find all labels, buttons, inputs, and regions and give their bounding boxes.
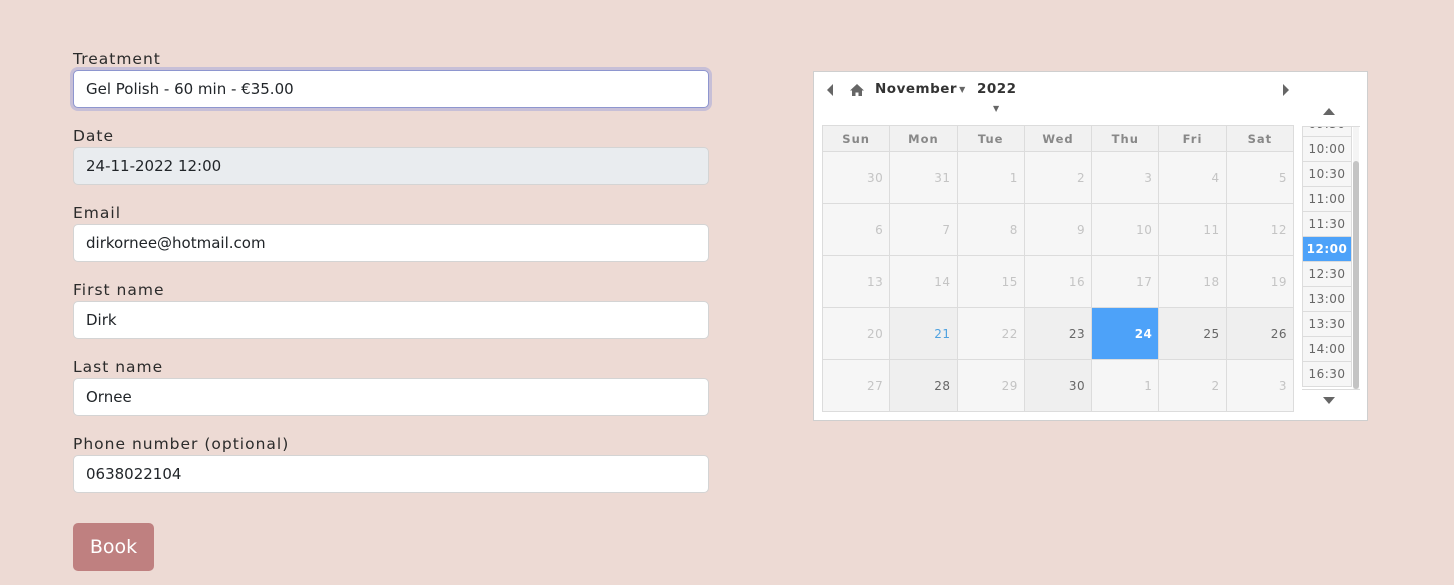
day-cell[interactable]: 1 <box>1091 359 1160 412</box>
weekday-header: Mon <box>889 125 958 152</box>
date-field[interactable]: 24-11-2022 12:00 <box>73 147 709 185</box>
time-up-icon[interactable] <box>1322 106 1336 116</box>
day-cell[interactable]: 8 <box>956 203 1025 256</box>
day-cell[interactable]: 2 <box>1158 359 1227 412</box>
treatment-select[interactable]: Gel Polish - 60 min - €35.00 <box>73 70 709 108</box>
time-scrollbar[interactable] <box>1353 127 1359 389</box>
time-item[interactable]: 13:30 <box>1302 312 1352 337</box>
time-item[interactable]: 13:00 <box>1302 287 1352 312</box>
time-item[interactable]: 14:00 <box>1302 337 1352 362</box>
day-cell-selected[interactable]: 24 <box>1091 307 1160 360</box>
time-scrollbar-thumb[interactable] <box>1353 161 1359 389</box>
day-cell[interactable]: 4 <box>1158 151 1227 204</box>
day-cell[interactable]: 17 <box>1091 255 1160 308</box>
email-label: Email <box>73 204 122 222</box>
datetime-picker: November ▼ 2022 ▼ Sun Mon Tue Wed Thu Fri… <box>813 71 1368 421</box>
day-cell[interactable]: 22 <box>956 307 1025 360</box>
day-cell[interactable]: 12 <box>1225 203 1295 256</box>
weekday-header: Sun <box>821 125 891 152</box>
day-cell[interactable]: 20 <box>821 307 891 360</box>
book-button[interactable]: Book <box>73 523 154 571</box>
day-cell[interactable]: 10 <box>1091 203 1160 256</box>
day-cell[interactable]: 7 <box>889 203 958 256</box>
time-item[interactable]: 10:00 <box>1302 137 1352 162</box>
time-item[interactable]: 12:30 <box>1302 262 1352 287</box>
day-cell-today[interactable]: 21 <box>889 307 958 360</box>
prev-month-icon[interactable] <box>825 83 835 97</box>
time-item[interactable]: 11:30 <box>1302 212 1352 237</box>
time-list[interactable]: 09:30 10:00 10:30 11:00 11:30 12:00 12:3… <box>1302 126 1360 390</box>
month-select[interactable]: November ▼ <box>875 81 966 97</box>
date-label: Date <box>73 127 115 145</box>
treatment-label: Treatment <box>73 50 161 68</box>
weekday-header: Tue <box>956 125 1025 152</box>
day-cell[interactable]: 30 <box>1023 359 1093 412</box>
time-column: 09:30 10:00 10:30 11:00 11:30 12:00 12:3… <box>1302 102 1360 410</box>
time-item[interactable]: 10:30 <box>1302 162 1352 187</box>
first-name-label: First name <box>73 281 165 299</box>
day-cell[interactable]: 14 <box>889 255 958 308</box>
month-label: November <box>875 81 958 97</box>
day-cell[interactable]: 6 <box>821 203 891 256</box>
day-cell[interactable]: 28 <box>889 359 958 412</box>
weekday-header: Thu <box>1091 125 1160 152</box>
day-cell[interactable]: 3 <box>1091 151 1160 204</box>
weekday-header: Sat <box>1225 125 1295 152</box>
day-cell[interactable]: 29 <box>956 359 1025 412</box>
time-item[interactable]: 11:00 <box>1302 187 1352 212</box>
day-cell[interactable]: 13 <box>821 255 891 308</box>
day-cell[interactable]: 27 <box>821 359 891 412</box>
day-cell[interactable]: 23 <box>1023 307 1093 360</box>
first-name-field[interactable]: Dirk <box>73 301 709 339</box>
time-item[interactable]: 09:30 <box>1302 127 1352 137</box>
email-field[interactable]: dirkornee@hotmail.com <box>73 224 709 262</box>
weekday-header: Fri <box>1158 125 1227 152</box>
phone-label: Phone number (optional) <box>73 435 290 453</box>
time-item[interactable]: 16:30 <box>1302 362 1352 387</box>
day-cell[interactable]: 15 <box>956 255 1025 308</box>
day-cell[interactable]: 11 <box>1158 203 1227 256</box>
day-cell[interactable]: 5 <box>1225 151 1295 204</box>
phone-field[interactable]: 0638022104 <box>73 455 709 493</box>
weekday-header: Wed <box>1023 125 1093 152</box>
time-down-icon[interactable] <box>1322 396 1336 406</box>
calendar-grid: Sun Mon Tue Wed Thu Fri Sat 30 31 1 2 3 … <box>821 125 1295 412</box>
day-cell[interactable]: 16 <box>1023 255 1093 308</box>
home-icon[interactable] <box>849 83 865 97</box>
month-caret-icon: ▼ <box>959 84 966 94</box>
day-cell[interactable]: 25 <box>1158 307 1227 360</box>
day-cell[interactable]: 30 <box>821 151 891 204</box>
next-month-icon[interactable] <box>1281 83 1291 97</box>
day-cell[interactable]: 1 <box>956 151 1025 204</box>
day-cell[interactable]: 26 <box>1225 307 1295 360</box>
day-cell[interactable]: 2 <box>1023 151 1093 204</box>
year-caret-icon[interactable]: ▼ <box>993 104 999 113</box>
day-cell[interactable]: 31 <box>889 151 958 204</box>
time-item-selected[interactable]: 12:00 <box>1302 237 1352 262</box>
last-name-label: Last name <box>73 358 164 376</box>
year-select[interactable]: 2022 <box>977 81 1017 97</box>
day-cell[interactable]: 9 <box>1023 203 1093 256</box>
day-cell[interactable]: 19 <box>1225 255 1295 308</box>
day-cell[interactable]: 18 <box>1158 255 1227 308</box>
day-cell[interactable]: 3 <box>1225 359 1295 412</box>
last-name-field[interactable]: Ornee <box>73 378 709 416</box>
booking-form: Treatment Gel Polish - 60 min - €35.00 D… <box>73 48 709 510</box>
